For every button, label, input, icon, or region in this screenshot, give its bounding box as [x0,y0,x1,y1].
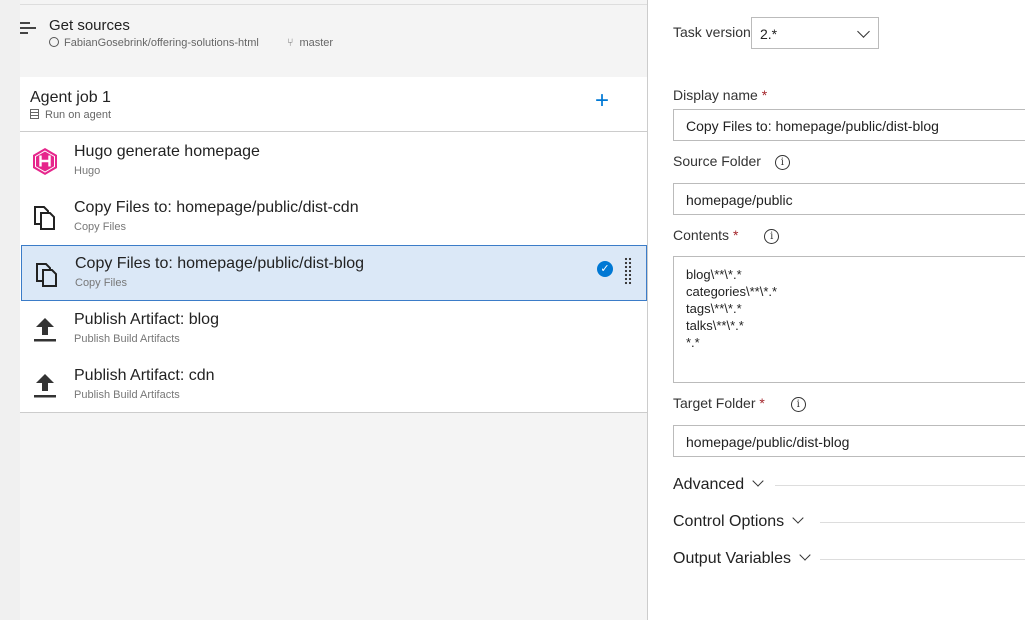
task-title: Copy Files to: homepage/public/dist-blog [75,255,365,272]
branch-name: master [299,37,334,49]
task-title: Publish Artifact: blog [74,311,219,328]
source-folder-field[interactable]: homepage/public [673,183,1025,215]
contents-line: categories\**\*.* [686,284,778,299]
server-icon [30,109,39,119]
target-folder-field[interactable]: homepage/public/dist-blog [673,425,1025,457]
task-title: Publish Artifact: cdn [74,367,215,384]
chevron-down-icon [799,549,811,561]
required-marker: * [761,87,768,103]
enabled-check-icon[interactable]: ✓ [597,261,613,277]
section-divider [820,559,1025,560]
agent-job-subtitle-text: Run on agent [45,109,112,121]
contents-line: talks\**\*.* [686,318,744,333]
get-sources-row[interactable]: Get sources FabianGosebrink/offering-sol… [20,14,640,58]
agent-job-title: Agent job 1 [30,89,111,106]
source-folder-label: Source Folder i [673,153,790,170]
advanced-section-toggle[interactable]: Advanced [673,475,764,494]
get-sources-title: Get sources [49,17,130,34]
info-icon[interactable]: i [790,397,806,412]
task-type: Copy Files [75,277,127,289]
task-row[interactable]: Copy Files to: homepage/public/dist-cdn … [20,189,647,245]
left-gutter [0,0,20,620]
task-row[interactable]: Publish Artifact: cdn Publish Build Arti… [20,357,647,413]
output-variables-section-label: Output Variables [673,550,791,567]
info-icon[interactable]: i [774,155,790,170]
section-divider [775,485,1025,486]
task-title: Copy Files to: homepage/public/dist-cdn [74,199,359,216]
task-title: Hugo generate homepage [74,143,260,160]
task-type: Publish Build Artifacts [74,333,180,345]
required-marker: * [759,395,765,411]
display-name-field[interactable]: Copy Files to: homepage/public/dist-blog [673,109,1025,141]
contents-line: blog\**\*.* [686,267,742,282]
chevron-down-icon [752,475,764,487]
copy-files-icon [34,206,55,230]
task-type: Copy Files [74,221,126,233]
task-type: Publish Build Artifacts [74,389,180,401]
source-folder-label-text: Source Folder [673,153,761,169]
hugo-icon [33,148,57,175]
branch-icon: ⑂ [286,37,294,49]
display-name-label-text: Display name [673,87,758,103]
section-divider [820,522,1025,523]
contents-textarea[interactable]: blog\**\*.* categories\**\*.* tags\**\*.… [673,256,1025,383]
control-options-section-label: Control Options [673,513,785,530]
get-sources-icon [20,22,36,36]
repo-name: FabianGosebrink/offering-solutions-html [64,37,259,49]
task-version-label: Task version [673,24,751,40]
github-icon [49,37,59,47]
add-task-button[interactable]: + [591,89,613,113]
target-folder-label-text: Target Folder [673,395,756,411]
task-version-value: 2.* [760,26,778,42]
display-name-label: Display name * [673,87,767,103]
agent-job-card: Agent job 1 Run on agent + Hugo generate… [20,77,647,413]
task-version-select[interactable]: 2.* [751,17,879,49]
copy-files-icon [36,263,57,287]
task-properties-pane: Task version 2.* Display name * Copy Fil… [647,0,1025,620]
agent-job-header[interactable]: Agent job 1 Run on agent + [20,77,647,132]
chevron-down-icon [792,512,804,524]
get-sources-details: FabianGosebrink/offering-solutions-html ⑂… [49,37,333,49]
upload-icon [34,374,56,398]
divider [20,4,647,5]
task-row-selected[interactable]: Copy Files to: homepage/public/dist-blog… [21,245,647,301]
drag-handle-icon[interactable] [624,257,632,285]
contents-label: Contents * i [673,227,780,244]
contents-line: *.* [686,335,700,350]
pipeline-tasks-pane: Get sources FabianGosebrink/offering-sol… [0,0,647,620]
task-row[interactable]: Hugo generate homepage Hugo [20,133,647,189]
upload-icon [34,318,56,342]
required-marker: * [732,227,739,243]
contents-label-text: Contents [673,227,730,243]
task-type: Hugo [74,165,101,177]
contents-line: tags\**\*.* [686,301,742,316]
agent-job-subtitle: Run on agent [30,109,111,121]
task-row[interactable]: Publish Artifact: blog Publish Build Art… [20,301,647,357]
control-options-section-toggle[interactable]: Control Options [673,512,804,531]
chevron-down-icon [857,25,870,38]
advanced-section-label: Advanced [673,476,745,493]
target-folder-label: Target Folder * i [673,395,806,412]
output-variables-section-toggle[interactable]: Output Variables [673,549,811,568]
info-icon[interactable]: i [764,229,780,244]
